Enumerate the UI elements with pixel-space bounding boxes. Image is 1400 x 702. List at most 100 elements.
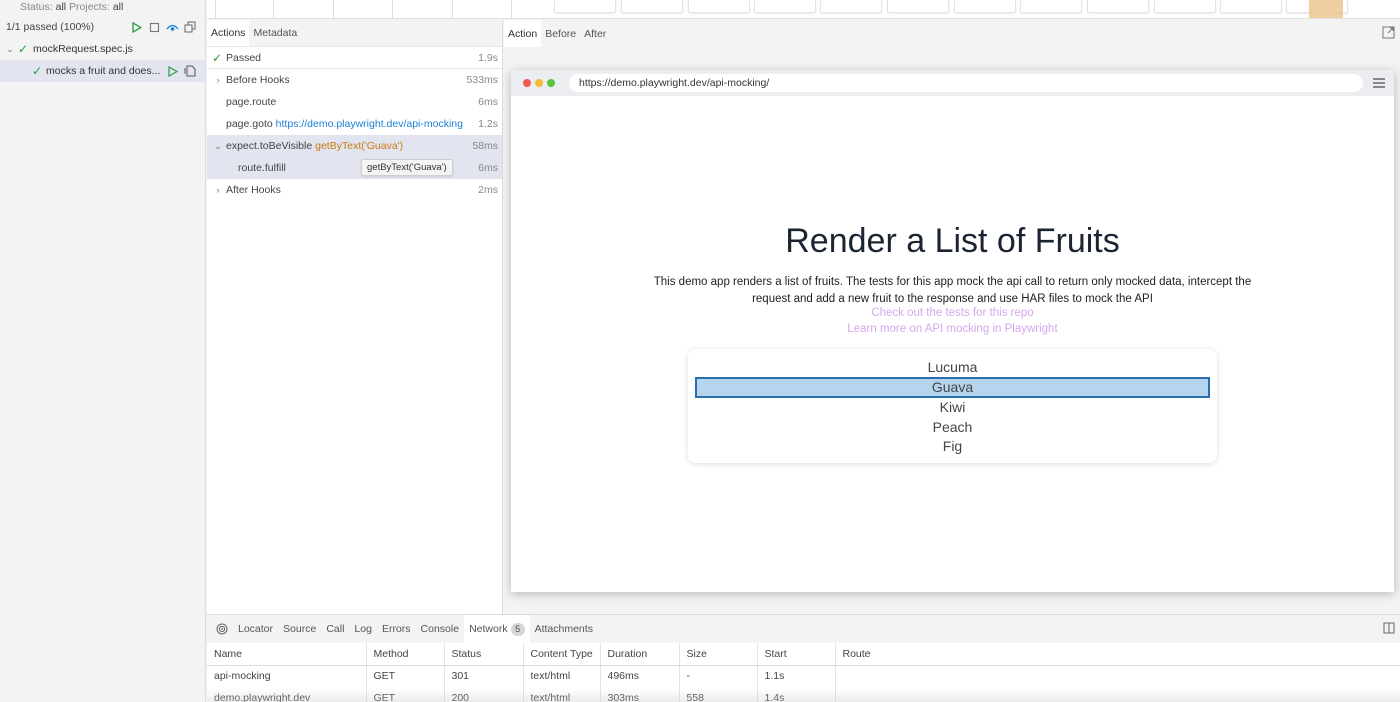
tab-attachments[interactable]: Attachments: [530, 615, 598, 643]
eye-icon[interactable]: [163, 18, 181, 36]
timeline-frame[interactable]: [1020, 0, 1082, 13]
open-external-icon[interactable]: [1382, 26, 1396, 40]
collapse-all-icon[interactable]: [181, 18, 199, 36]
pick-locator-icon[interactable]: [211, 615, 233, 643]
toggle-layout-icon[interactable]: [1383, 622, 1395, 634]
test-status-row: ✓ Passed 1.9s: [207, 47, 502, 69]
fruit-item: Fig: [942, 438, 963, 455]
network-row[interactable]: demo.playwright.dev GET 200 text/html 30…: [207, 687, 1400, 702]
cell-status: 301: [444, 665, 524, 687]
timeline-frame[interactable]: [621, 0, 683, 13]
timeline-frame[interactable]: [1154, 0, 1216, 13]
action-label: expect.toBeVisible: [226, 140, 313, 152]
timeline-frame[interactable]: [688, 0, 750, 13]
column-header-size[interactable]: Size: [679, 643, 758, 666]
cell-name: api-mocking: [207, 665, 367, 687]
action-duration: 1.2s: [478, 118, 498, 130]
cell-status: 200: [444, 687, 524, 702]
tab-console[interactable]: Console: [416, 615, 465, 643]
status-filter-value: all: [55, 1, 67, 13]
stop-icon[interactable]: [145, 18, 163, 36]
action-row-expect-to-be-visible[interactable]: ⌄ expect.toBeVisible getByText('Guava') …: [207, 135, 502, 157]
pass-summary: 1/1 passed (100%): [6, 21, 95, 33]
tab-locator[interactable]: Locator: [233, 615, 278, 643]
tree-item-spec-file[interactable]: ⌄ ✓ mockRequest.spec.js: [0, 38, 205, 60]
status-filter-label: Status:: [20, 1, 53, 13]
action-row-route-fulfill[interactable]: route.fulfill getByText('Guava') 6ms: [207, 157, 502, 179]
timeline-frame[interactable]: [1220, 0, 1282, 13]
check-icon: ✓: [211, 50, 223, 65]
timeline-frame[interactable]: [754, 0, 816, 13]
cell-size: -: [679, 665, 758, 687]
tab-call[interactable]: Call: [321, 615, 349, 643]
fruit-item: Peach: [932, 418, 973, 435]
chevron-right-icon[interactable]: ›: [212, 75, 224, 85]
fruit-list: Lucuma Guava Kiwi Peach Fig: [688, 349, 1217, 463]
tab-after[interactable]: After: [580, 20, 610, 47]
timeline-frame[interactable]: [887, 0, 949, 13]
timeline-filmstrip[interactable]: [207, 0, 1400, 19]
action-row-page-goto[interactable]: page.goto https://demo.playwright.dev/ap…: [207, 113, 502, 135]
column-header-start[interactable]: Start: [757, 643, 836, 666]
tree-item-test[interactable]: ✓ mocks a fruit and does...: [0, 60, 205, 82]
tab-log[interactable]: Log: [349, 615, 377, 643]
network-table: Name Method Status Content Type Duration…: [207, 643, 1400, 702]
tab-before[interactable]: Before: [541, 20, 580, 47]
test-label: mocks a fruit and does...: [46, 65, 161, 77]
action-duration: 6ms: [478, 162, 498, 174]
snapshot-tabbar: Action Before After: [504, 20, 1400, 47]
cell-size: 558: [679, 687, 758, 702]
timeline-selection-marker[interactable]: [1309, 0, 1343, 18]
go-to-source-icon[interactable]: [181, 62, 199, 80]
action-row-after-hooks[interactable]: › After Hooks 2ms: [207, 179, 502, 201]
api-mocking-docs-link[interactable]: Learn more on API mocking in Playwright: [511, 323, 1394, 335]
tests-repo-link[interactable]: Check out the tests for this repo: [511, 307, 1394, 319]
menu-icon: [1373, 78, 1385, 88]
chevron-right-icon[interactable]: ›: [212, 185, 224, 195]
status-label: Passed: [226, 51, 262, 64]
column-header-content-type[interactable]: Content Type: [523, 643, 601, 666]
chevron-down-icon[interactable]: ⌄: [4, 44, 16, 55]
cell-method: GET: [366, 687, 445, 702]
tab-source[interactable]: Source: [278, 615, 321, 643]
snapshot-pane: Action Before After https://demo.playwri…: [504, 20, 1400, 614]
tab-network[interactable]: Network 5: [464, 615, 530, 643]
timeline-frame[interactable]: [1087, 0, 1149, 13]
tab-action[interactable]: Action: [504, 20, 542, 47]
action-duration: 6ms: [478, 96, 498, 108]
fruit-item: Lucuma: [927, 359, 978, 375]
tab-actions[interactable]: Actions: [207, 20, 250, 46]
timeline-frame[interactable]: [554, 0, 616, 13]
run-test-icon[interactable]: [163, 62, 181, 80]
actions-tabbar: Actions Metadata: [207, 20, 502, 47]
column-header-duration[interactable]: Duration: [600, 643, 680, 666]
play-icon[interactable]: [127, 18, 145, 36]
projects-filter-value: all: [112, 1, 124, 13]
cell-content-type: text/html: [523, 665, 601, 687]
action-row-before-hooks[interactable]: › Before Hooks 533ms: [207, 69, 502, 91]
cell-duration: 496ms: [600, 665, 680, 687]
network-count-badge: 5: [510, 622, 525, 636]
tab-metadata[interactable]: Metadata: [249, 20, 301, 46]
column-header-status[interactable]: Status: [444, 643, 524, 666]
selector-tooltip: getByText('Guava'): [361, 159, 453, 176]
tab-errors[interactable]: Errors: [377, 615, 416, 643]
action-label: Before Hooks: [226, 74, 290, 86]
column-header-route[interactable]: Route: [835, 643, 1400, 666]
browser-chrome: https://demo.playwright.dev/api-mocking/: [511, 70, 1394, 96]
column-header-name[interactable]: Name: [207, 643, 367, 666]
test-summary-row: 1/1 passed (100%): [0, 16, 205, 38]
projects-filter-label: Projects:: [69, 1, 110, 13]
chevron-down-icon[interactable]: ⌄: [212, 141, 224, 152]
filter-summary[interactable]: Status: all Projects: all: [0, 0, 205, 16]
action-row-page-route[interactable]: page.route 6ms: [207, 91, 502, 113]
tab-network-label: Network: [469, 623, 508, 635]
timeline-frame[interactable]: [820, 0, 882, 13]
action-url-link[interactable]: https://demo.playwright.dev/api-mocking: [276, 118, 463, 130]
column-header-method[interactable]: Method: [366, 643, 445, 666]
action-duration: 2ms: [478, 184, 498, 196]
timeline-frame[interactable]: [954, 0, 1016, 13]
network-row[interactable]: api-mocking GET 301 text/html 496ms - 1.…: [207, 665, 1400, 687]
cell-duration: 303ms: [600, 687, 680, 702]
actions-pane: Actions Metadata ✓ Passed 1.9s › Before …: [207, 20, 503, 614]
